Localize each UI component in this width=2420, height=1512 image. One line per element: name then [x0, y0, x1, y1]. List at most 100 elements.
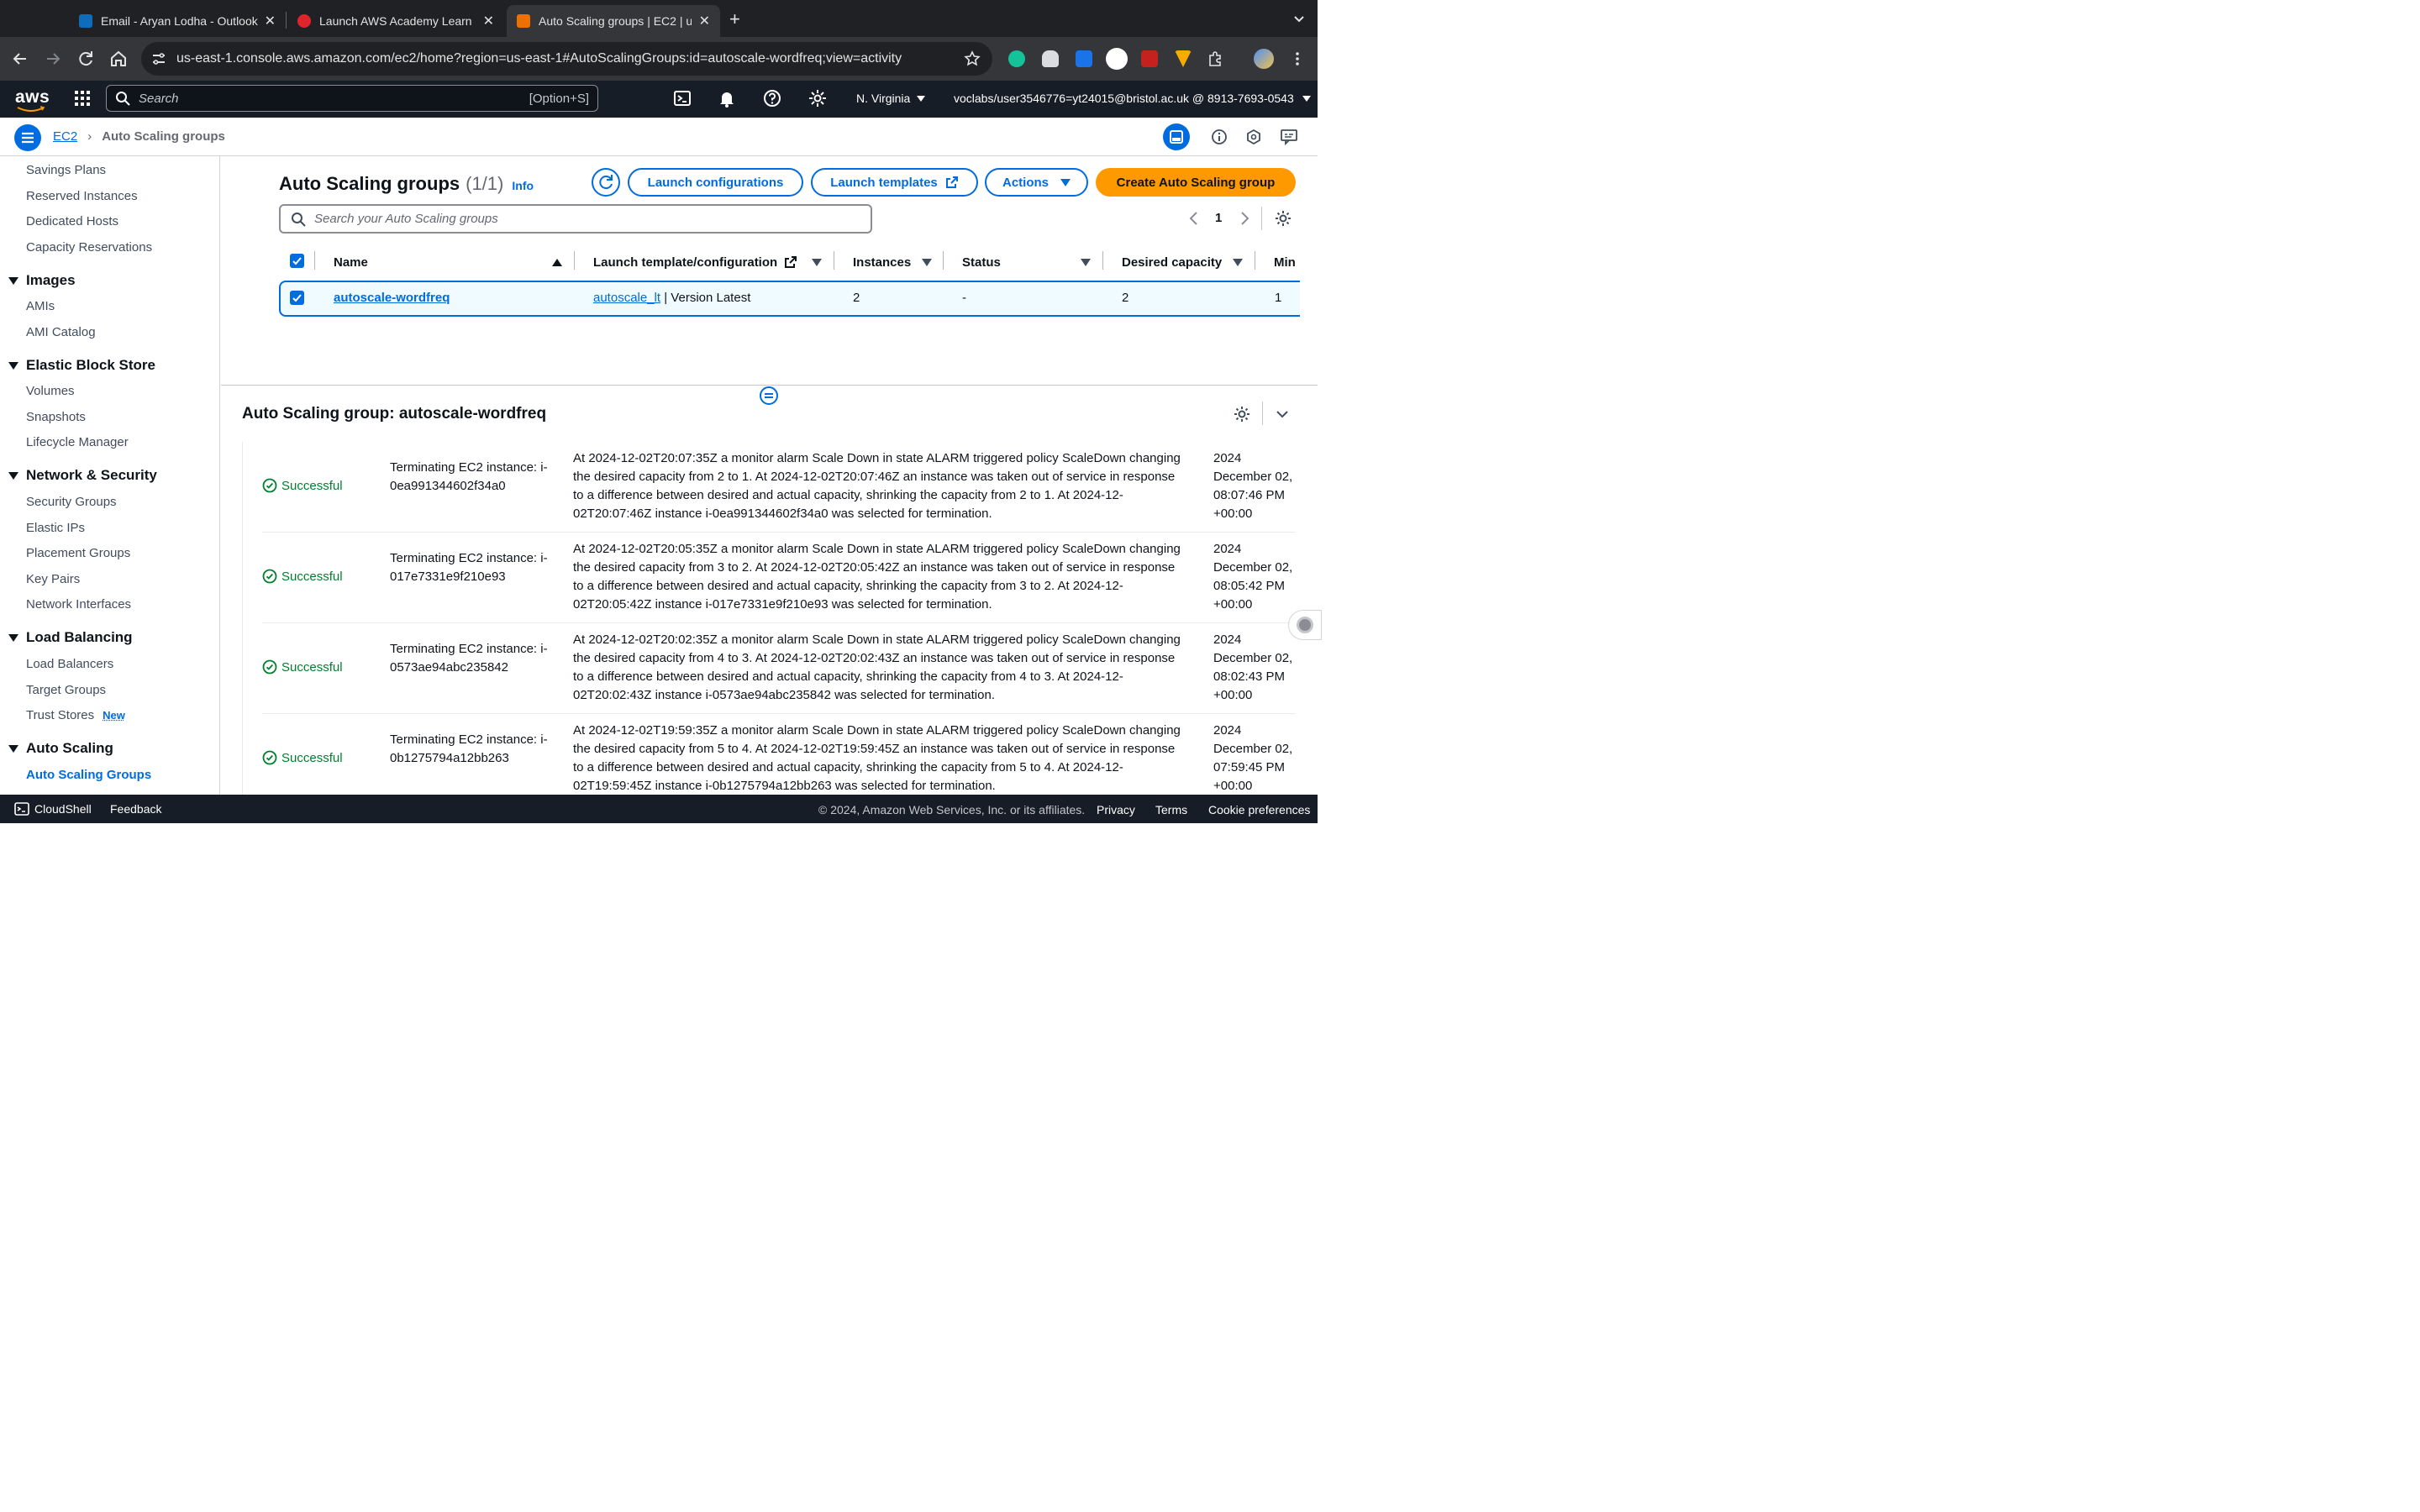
sidebar-item-volumes[interactable]: Volumes	[26, 384, 75, 398]
iq-extension-icon[interactable]	[1076, 50, 1092, 67]
browser-tab-auto-scaling[interactable]: Auto Scaling groups | EC2 | us-east-1 ✕	[507, 5, 720, 37]
activity-description: Terminating EC2 instance: i-0b1275794a12…	[390, 732, 548, 765]
column-header-status[interactable]: Status	[962, 250, 1091, 274]
sidebar-item-auto-scaling-groups[interactable]: Auto Scaling Groups	[26, 768, 151, 782]
cloud-extension-icon[interactable]	[1042, 50, 1059, 67]
status-text: Successful	[281, 478, 343, 493]
previous-page-icon[interactable]	[1188, 210, 1198, 227]
launch-templates-button[interactable]: Launch templates	[811, 168, 978, 197]
notifications-bell-icon[interactable]	[718, 89, 736, 108]
console-footer: CloudShell Feedback © 2024, Amazon Web S…	[0, 795, 1318, 823]
next-page-icon[interactable]	[1240, 210, 1250, 227]
column-header-name[interactable]: Name	[334, 250, 562, 274]
auto-scaling-group-name-link[interactable]: autoscale-wordfreq	[334, 291, 450, 305]
table-preferences-gear-icon[interactable]	[1274, 209, 1292, 228]
tab-title: Auto Scaling groups | EC2 | us-east-1	[539, 14, 692, 28]
column-header-instances[interactable]: Instances	[853, 250, 932, 274]
sidebar-section-network-security[interactable]: Network & Security	[8, 467, 157, 484]
side-navigation-toggle[interactable]	[14, 124, 41, 151]
split-panel-settings-gear-icon[interactable]	[1233, 405, 1251, 423]
aws-logo[interactable]: aws	[15, 87, 50, 108]
region-selector[interactable]: N. Virginia	[856, 92, 926, 105]
sidebar-item-savings-plans[interactable]: Savings Plans	[26, 163, 106, 177]
page-number[interactable]: 1	[1215, 211, 1222, 225]
tab-search-icon[interactable]	[1291, 10, 1307, 27]
settings-gear-icon[interactable]	[808, 89, 827, 108]
sidebar-item-trust-stores[interactable]: Trust Stores New	[26, 708, 125, 722]
split-panel-toggle[interactable]	[1163, 123, 1190, 150]
back-icon[interactable]	[10, 49, 30, 69]
sidebar-section-auto-scaling[interactable]: Auto Scaling	[8, 740, 113, 757]
chevron-right-icon: ›	[87, 129, 92, 144]
floating-assistant-button[interactable]	[1288, 610, 1322, 640]
browser-tab-outlook[interactable]: Email - Aryan Lodha - Outlook ✕	[69, 5, 286, 37]
site-info-icon[interactable]	[151, 51, 166, 66]
profile-avatar[interactable]	[1254, 49, 1274, 69]
launch-template-link[interactable]: autoscale_lt	[593, 291, 660, 305]
sidebar-section-elastic-block-store[interactable]: Elastic Block Store	[8, 357, 155, 374]
sidebar-item-security-groups[interactable]: Security Groups	[26, 495, 117, 509]
bookmark-star-icon[interactable]	[964, 50, 981, 67]
refresh-button[interactable]	[592, 168, 620, 197]
activity-cause: At 2024-12-02T20:07:35Z a monitor alarm …	[573, 451, 1181, 521]
sidebar-item-load-balancers[interactable]: Load Balancers	[26, 657, 113, 671]
close-tab-icon[interactable]: ✕	[483, 13, 494, 29]
sidebar-item-lifecycle-manager[interactable]: Lifecycle Manager	[26, 435, 129, 449]
sidebar-item-snapshots[interactable]: Snapshots	[26, 410, 86, 424]
row-checkbox[interactable]	[290, 291, 304, 305]
sidebar-item-ami-catalog[interactable]: AMI Catalog	[26, 325, 96, 339]
privacy-link[interactable]: Privacy	[1097, 803, 1135, 816]
close-tab-icon[interactable]: ✕	[265, 13, 276, 29]
sidebar-item-placement-groups[interactable]: Placement Groups	[26, 546, 130, 560]
column-header-desired-capacity[interactable]: Desired capacity	[1122, 250, 1243, 274]
extensions-puzzle-icon[interactable]	[1207, 50, 1223, 67]
cookie-preferences-link[interactable]: Cookie preferences	[1208, 803, 1310, 816]
sidebar-item-elastic-ips[interactable]: Elastic IPs	[26, 521, 85, 535]
cloudshell-footer-button[interactable]: CloudShell	[14, 801, 92, 816]
cloudshell-icon[interactable]	[673, 89, 692, 108]
info-panel-icon[interactable]	[1211, 129, 1228, 145]
services-grid-icon[interactable]	[73, 89, 92, 108]
sidebar-section-load-balancing[interactable]: Load Balancing	[8, 629, 133, 646]
new-tab-button[interactable]: +	[729, 8, 740, 30]
search-auto-scaling-groups-input[interactable]: Search your Auto Scaling groups	[279, 204, 872, 234]
browser-menu-icon[interactable]	[1289, 50, 1306, 67]
sidebar-item-key-pairs[interactable]: Key Pairs	[26, 572, 80, 586]
security-hub-icon[interactable]	[1245, 129, 1262, 145]
select-all-checkbox[interactable]	[290, 254, 304, 268]
sidebar-item-dedicated-hosts[interactable]: Dedicated Hosts	[26, 214, 118, 228]
reload-icon[interactable]	[76, 49, 96, 69]
address-bar[interactable]: us-east-1.console.aws.amazon.com/ec2/hom…	[141, 42, 992, 76]
column-header-launch-template[interactable]: Launch template/configuration	[593, 250, 822, 274]
button-label: Actions	[1002, 175, 1049, 190]
feedback-link[interactable]: Feedback	[110, 802, 161, 816]
calendar-extension-icon[interactable]	[1141, 50, 1158, 67]
split-panel-resize-handle[interactable]	[760, 386, 778, 405]
aws-search-input[interactable]: Search [Option+S]	[106, 85, 598, 112]
sidebar-item-network-interfaces[interactable]: Network Interfaces	[26, 597, 131, 612]
sidebar-item-amis[interactable]: AMIs	[26, 299, 55, 313]
sidebar-item-target-groups[interactable]: Target Groups	[26, 683, 106, 697]
launch-configurations-button[interactable]: Launch configurations	[628, 168, 803, 197]
feedback-chat-icon[interactable]	[1280, 129, 1298, 145]
sidebar-item-reserved-instances[interactable]: Reserved Instances	[26, 189, 138, 203]
home-icon[interactable]	[108, 49, 129, 69]
sidebar-section-images[interactable]: Images	[8, 272, 76, 289]
account-menu[interactable]: voclabs/user3546776=yt24015@bristol.ac.u…	[954, 92, 1311, 105]
info-link[interactable]: Info	[512, 179, 534, 192]
sidebar-item-capacity-reservations[interactable]: Capacity Reservations	[26, 240, 152, 255]
actions-dropdown-button[interactable]: Actions	[985, 168, 1088, 197]
breadcrumb-ec2-link[interactable]: EC2	[53, 129, 77, 144]
close-tab-icon[interactable]: ✕	[699, 13, 710, 29]
search-extension-icon[interactable]	[1106, 48, 1128, 70]
browser-tab-aws-academy[interactable]: Launch AWS Academy Learner Lab ✕	[287, 5, 504, 37]
column-header-min[interactable]: Min	[1274, 250, 1296, 274]
forward-icon[interactable]	[43, 49, 63, 69]
create-auto-scaling-group-button[interactable]: Create Auto Scaling group	[1096, 168, 1296, 197]
terms-link[interactable]: Terms	[1155, 803, 1187, 816]
drag-handle-icon	[765, 393, 773, 398]
collapse-panel-chevron-icon[interactable]	[1275, 407, 1290, 422]
pizza-extension-icon[interactable]	[1175, 50, 1192, 67]
grammarly-extension-icon[interactable]	[1008, 50, 1025, 67]
help-icon[interactable]	[763, 89, 781, 108]
